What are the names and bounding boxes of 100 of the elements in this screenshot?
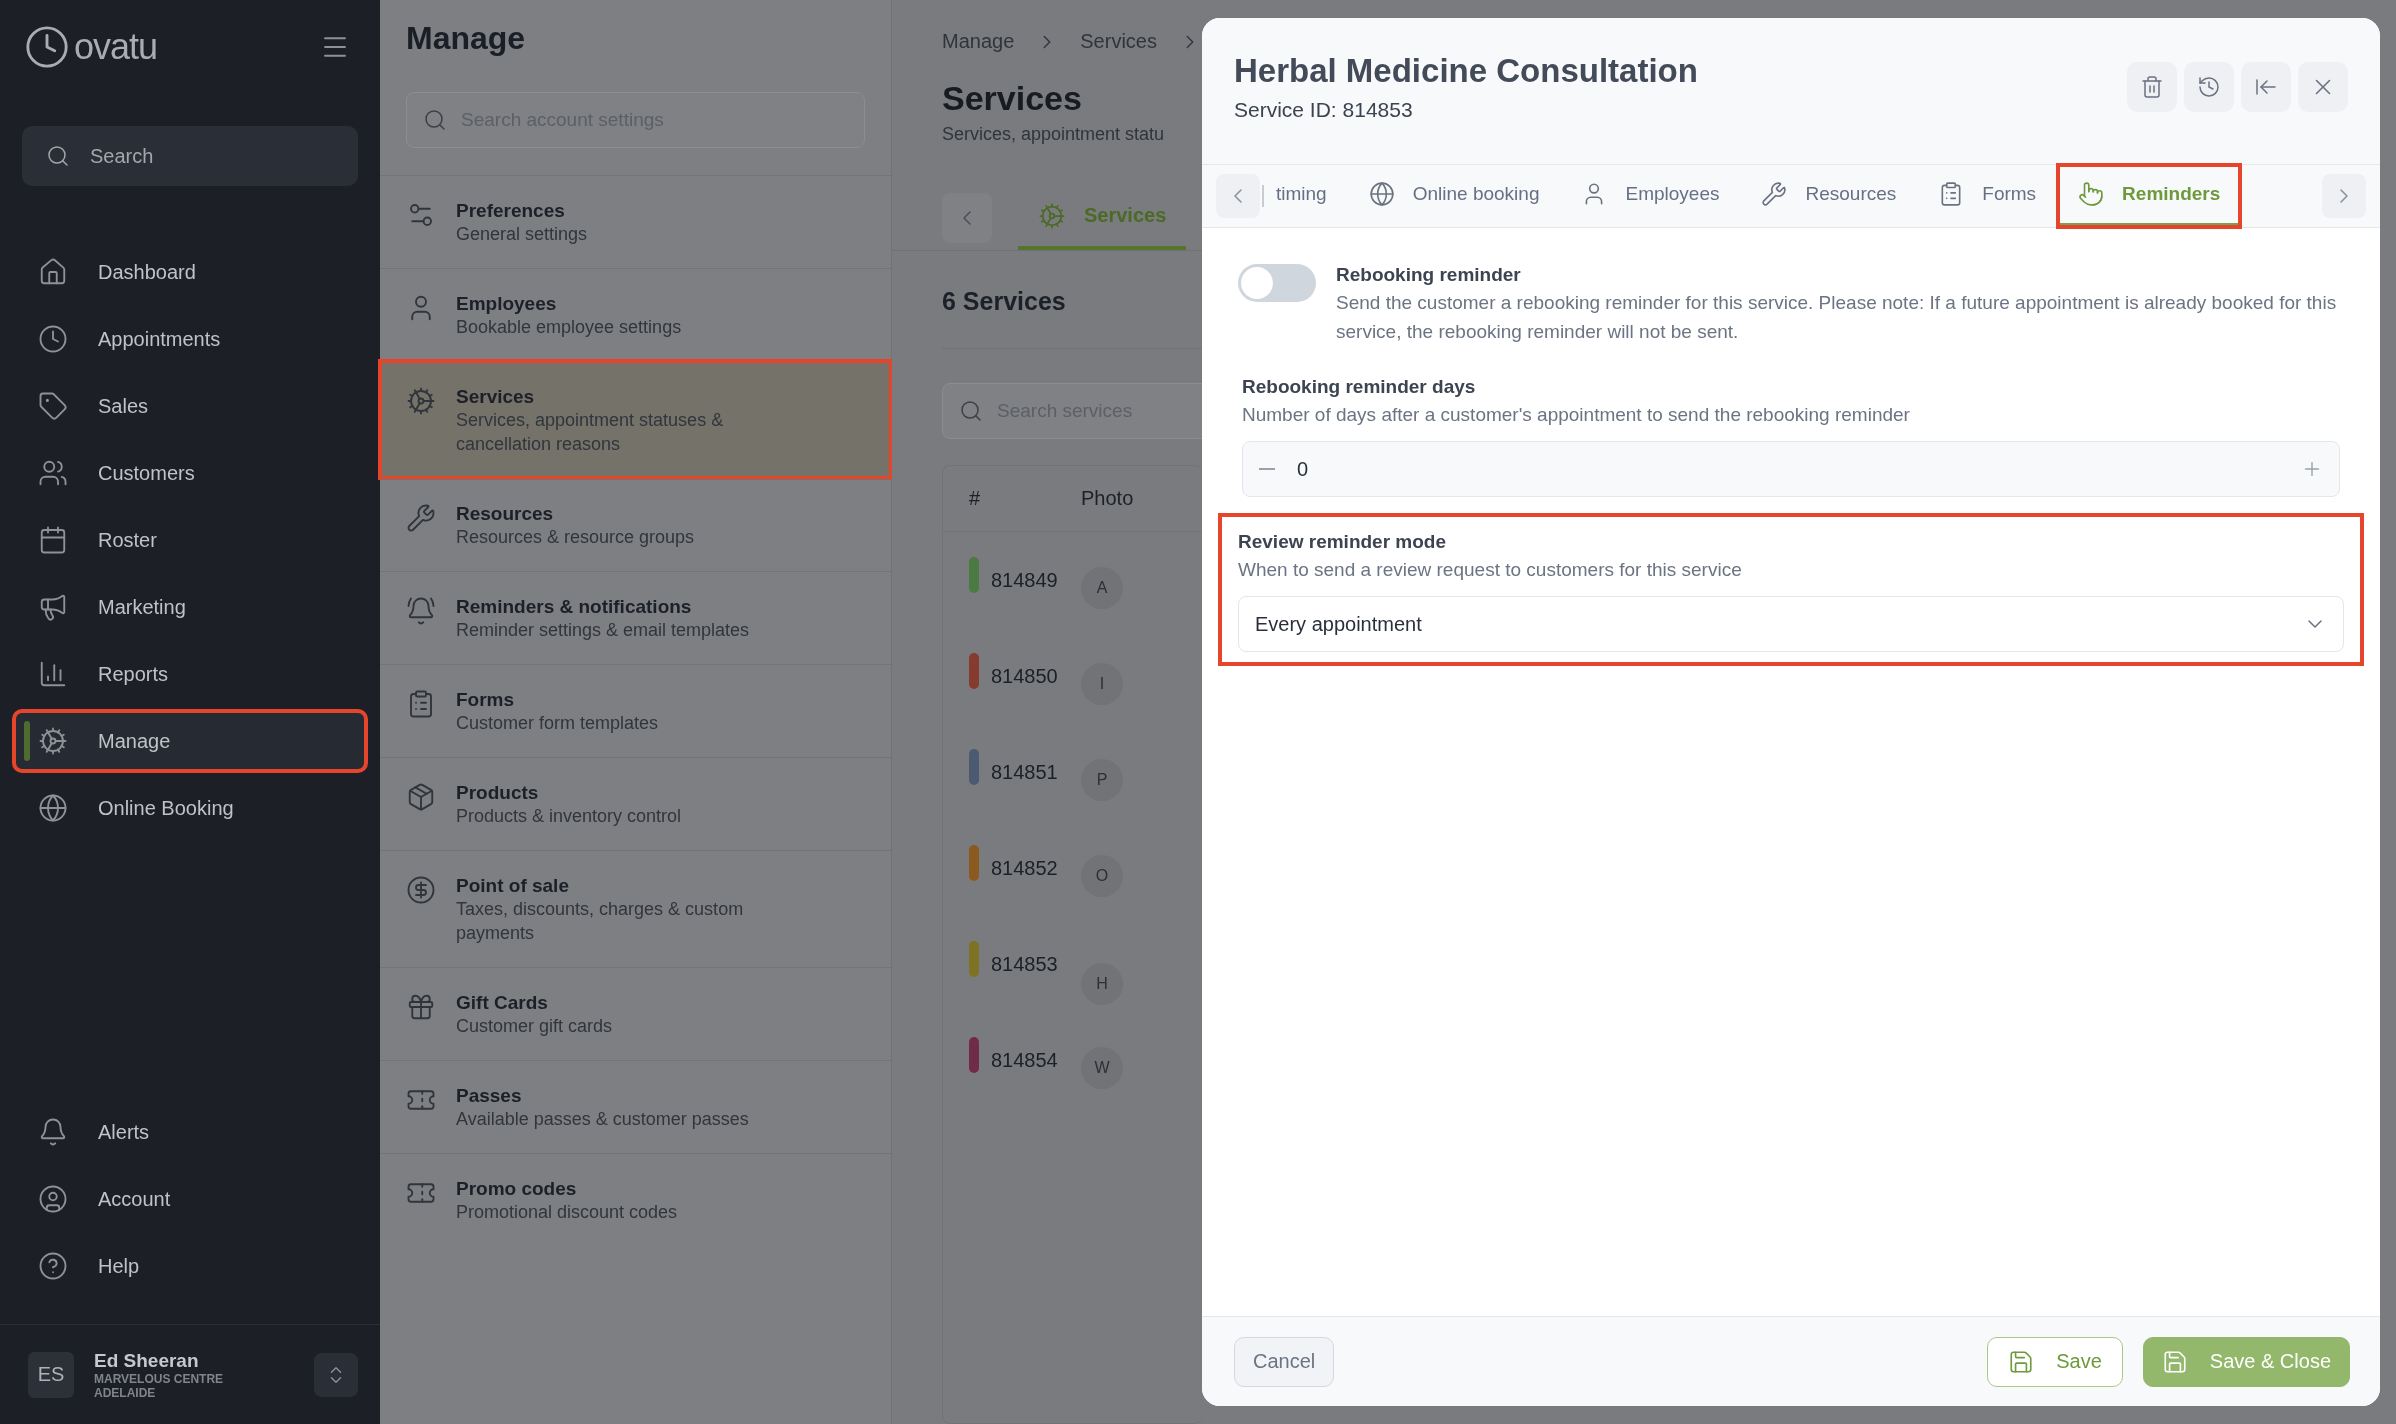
history-button[interactable] — [2184, 62, 2234, 112]
calendar-icon — [38, 525, 68, 555]
nav-item[interactable]: Help — [14, 1236, 366, 1296]
save-icon — [2008, 1348, 2035, 1375]
item-title: Preferences — [456, 200, 566, 222]
home-icon — [38, 257, 68, 287]
collapse-button[interactable] — [2241, 62, 2291, 112]
tools-icon — [1761, 181, 1788, 207]
table-cell: 814854 — [991, 1048, 1058, 1072]
user-circle-icon — [38, 1184, 68, 1214]
nav-item[interactable]: Alerts — [14, 1102, 366, 1162]
toggle-switch[interactable] — [1238, 264, 1316, 302]
nav-item[interactable]: Online Booking — [14, 778, 366, 838]
search-icon — [959, 399, 983, 423]
item-title: Promo codes — [456, 1178, 578, 1200]
nav-item[interactable]: Manage — [14, 711, 366, 771]
tab[interactable]: Reminders — [2058, 165, 2241, 227]
settings-item[interactable]: Point of sale Taxes, discounts, charges & custom payments — [380, 850, 891, 967]
panel-title: Manage — [405, 19, 527, 58]
settings-item[interactable]: Gift Cards Customer gift cards — [380, 967, 891, 1060]
globe-icon — [38, 793, 68, 823]
tab[interactable]: Forms — [1918, 165, 2057, 227]
hand-icon — [2078, 181, 2105, 207]
avatar: W — [1081, 1047, 1123, 1089]
nav-item[interactable]: Reports — [14, 644, 366, 704]
nav-item[interactable]: Marketing — [14, 577, 366, 637]
clock-logo-icon — [24, 24, 70, 70]
breadcrumb-link[interactable]: Services — [1080, 30, 1157, 53]
save-icon — [2161, 1348, 2188, 1375]
column-header: # — [969, 487, 981, 510]
help-icon — [38, 1251, 68, 1281]
select-field[interactable]: Every appointment — [1238, 596, 2344, 652]
item-title: Gift Cards — [456, 992, 549, 1014]
item-description: Products & inventory control — [456, 805, 682, 828]
nav-item[interactable]: Sales — [14, 376, 366, 436]
item-description: Available passes & customer passes — [456, 1108, 749, 1131]
search-icon — [423, 108, 447, 132]
nav-item[interactable]: Customers — [14, 443, 366, 503]
table-cell: 814852 — [991, 856, 1058, 880]
field-label: Rebooking reminder — [1336, 264, 1522, 286]
field-label: Rebooking reminder days — [1242, 376, 1477, 398]
tag-icon — [38, 391, 68, 421]
nav-item[interactable]: Account — [14, 1169, 366, 1229]
bell-icon — [406, 596, 436, 626]
nav-item[interactable]: Roster — [14, 510, 366, 570]
logo-text: ovatu — [74, 26, 158, 68]
item-description: Customer form templates — [456, 712, 659, 735]
field-label: Review reminder mode — [1238, 531, 1448, 553]
item-description: Resources & resource groups — [456, 526, 695, 549]
trash-icon — [2140, 75, 2164, 99]
item-title: Point of sale — [456, 875, 570, 897]
user-name: Ed Sheeran — [94, 1349, 200, 1372]
save-button[interactable]: Save — [1987, 1336, 2123, 1387]
clock-icon — [38, 324, 68, 354]
breadcrumb-link[interactable]: Manage — [942, 30, 1015, 53]
scroll-right-button[interactable] — [2322, 174, 2366, 218]
box-icon — [406, 782, 436, 812]
delete-button[interactable] — [2127, 62, 2177, 112]
item-description: Bookable employee settings — [456, 316, 682, 339]
search-field[interactable]: Search — [22, 126, 358, 186]
field-description: Number of days after a customer's appointment to send the rebooking reminder — [1242, 403, 1911, 427]
cancel-button[interactable]: Cancel — [1234, 1336, 1335, 1387]
tab[interactable]: Online booking — [1348, 165, 1560, 227]
settings-item[interactable]: Resources Resources & resource groups — [380, 478, 891, 571]
nav-item[interactable]: Appointments — [14, 309, 366, 369]
globe-icon — [1368, 181, 1395, 207]
item-description: Customer gift cards — [456, 1015, 613, 1038]
item-title: Reminders & notifications — [456, 596, 693, 618]
gear-icon — [1038, 201, 1066, 230]
number-field[interactable]: 0 — [1242, 441, 2340, 497]
account-switch-button[interactable] — [314, 1352, 358, 1397]
settings-item[interactable]: Preferences General settings — [380, 175, 891, 268]
tab[interactable]: timing — [1256, 165, 1347, 227]
chart-icon — [38, 659, 68, 689]
table-cell: 814849 — [991, 568, 1058, 592]
nav-item[interactable]: Dashboard — [14, 242, 366, 302]
settings-item[interactable]: Products Products & inventory control — [380, 757, 891, 850]
active-indicator — [24, 721, 30, 761]
settings-item[interactable]: Reminders & notifications Reminder settings & email templates — [380, 571, 891, 664]
field-description: Send the customer a rebooking reminder for this service. Please note: If a future appointment is already booked for this service, the rebooking reminder will not be sent. — [1336, 291, 2338, 344]
search-icon — [46, 144, 70, 168]
services-count: 6 Services — [942, 287, 1066, 315]
avatar: H — [1081, 963, 1123, 1005]
gear-icon — [406, 386, 436, 416]
item-title: Passes — [456, 1085, 523, 1107]
settings-item[interactable]: Promo codes Promotional discount codes — [380, 1153, 891, 1246]
item-description: General settings — [456, 223, 588, 246]
tab[interactable]: Employees — [1561, 165, 1740, 227]
scroll-left-button[interactable] — [1216, 174, 1260, 218]
settings-item[interactable]: Forms Customer form templates — [380, 664, 891, 757]
table-cell: 814850 — [991, 664, 1058, 688]
tab[interactable]: Resources — [1741, 165, 1917, 227]
settings-item[interactable]: Services Services, appointment statuses & cancellation reasons — [380, 361, 891, 478]
close-button[interactable] — [2298, 62, 2348, 112]
money-icon — [406, 875, 436, 905]
table-cell: 814853 — [991, 952, 1058, 976]
settings-item[interactable]: Passes Available passes & customer passes — [380, 1060, 891, 1153]
column-header: Photo — [1081, 487, 1134, 510]
users-icon — [38, 458, 68, 488]
avatar: O — [1081, 855, 1123, 897]
